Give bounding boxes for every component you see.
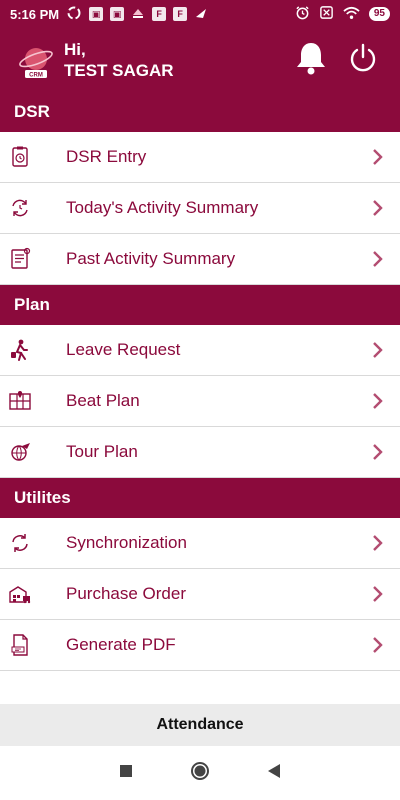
home-icon[interactable] [190,761,210,786]
status-time: 5:16 PM [10,6,60,22]
greeting: Hi, TEST SAGAR [64,39,174,81]
power-icon[interactable] [348,43,378,78]
alarm-icon [295,5,310,23]
greeting-hi: Hi, [64,40,86,59]
refresh-clock-icon [0,183,40,234]
sync-icon [0,518,40,569]
globe-plane-icon [0,427,40,478]
status-bar: 5:16 PM ▣ ▣ F F 95 [0,0,400,28]
chevron-right-icon [368,443,388,461]
chevron-right-icon [368,148,388,166]
no-sim-icon [319,5,334,23]
back-icon[interactable] [267,763,281,784]
sync-notification-icon [66,5,82,24]
menu-item-leave-request[interactable]: Leave Request [0,325,400,376]
recent-apps-icon[interactable] [119,764,133,783]
menu-item-label: Generate PDF [66,635,176,654]
chevron-right-icon [368,341,388,359]
chevron-right-icon [368,585,388,603]
chevron-right-icon [368,534,388,552]
menu-item-dsr-entry[interactable]: DSR Entry [0,132,400,183]
menu-item-todays-activity-summary[interactable]: Today's Activity Summary [0,183,400,234]
menu-item-label: Purchase Order [66,584,186,603]
wifi-icon [343,6,360,23]
menu-item-label: Today's Activity Summary [66,198,259,217]
app-header: CRM Hi, TEST SAGAR [0,28,400,92]
app-notification-icon: ▣ [110,7,125,21]
user-name: TEST SAGAR [64,61,174,80]
menu-item-label: DSR Entry [66,147,147,166]
menu-item-partial [0,671,400,689]
bird-notification-icon [194,6,208,23]
pdf-file-icon [0,620,40,671]
menu-item-label: Leave Request [66,340,181,359]
warehouse-icon [0,569,40,620]
screen: 5:16 PM ▣ ▣ F F 95 CRM Hi, TEST SAGAR DS… [0,0,400,800]
section-header-plan: Plan [0,285,400,325]
section-header-dsr: DSR [0,92,400,132]
menu-item-label: Past Activity Summary [66,249,236,268]
notepad-icon [0,234,40,285]
flipboard-icon: F [152,7,167,21]
chevron-right-icon [368,392,388,410]
menu-item-purchase-order[interactable]: Purchase Order [0,569,400,620]
menu-item-label: Tour Plan [66,442,138,461]
flipboard-icon: F [173,7,188,21]
menu-item-past-activity-summary[interactable]: Past Activity Summary [0,234,400,285]
clipboard-clock-icon [0,132,40,183]
menu-item-synchronization[interactable]: Synchronization [0,518,400,569]
attendance-button[interactable]: Attendance [0,704,400,746]
logo-text: CRM [29,73,43,79]
menu-item-label: Synchronization [66,533,187,552]
battery-indicator: 95 [368,7,390,21]
crm-logo: CRM [10,28,62,92]
system-nav-bar [0,746,400,800]
menu-item-label: Beat Plan [66,391,140,410]
chevron-right-icon [368,636,388,654]
menu-item-tour-plan[interactable]: Tour Plan [0,427,400,478]
menu-content: DSR DSR Entry Today's Activity Summary P… [0,92,400,704]
menu-item-generate-pdf[interactable]: Generate PDF [0,620,400,671]
chevron-right-icon [368,199,388,217]
traveler-icon [0,325,40,376]
map-icon [0,376,40,427]
section-header-utilites: Utilites [0,478,400,518]
app-notification-icon [131,6,145,23]
chevron-right-icon [368,250,388,268]
menu-item-beat-plan[interactable]: Beat Plan [0,376,400,427]
app-notification-icon: ▣ [89,7,104,21]
bell-icon[interactable] [294,40,328,81]
